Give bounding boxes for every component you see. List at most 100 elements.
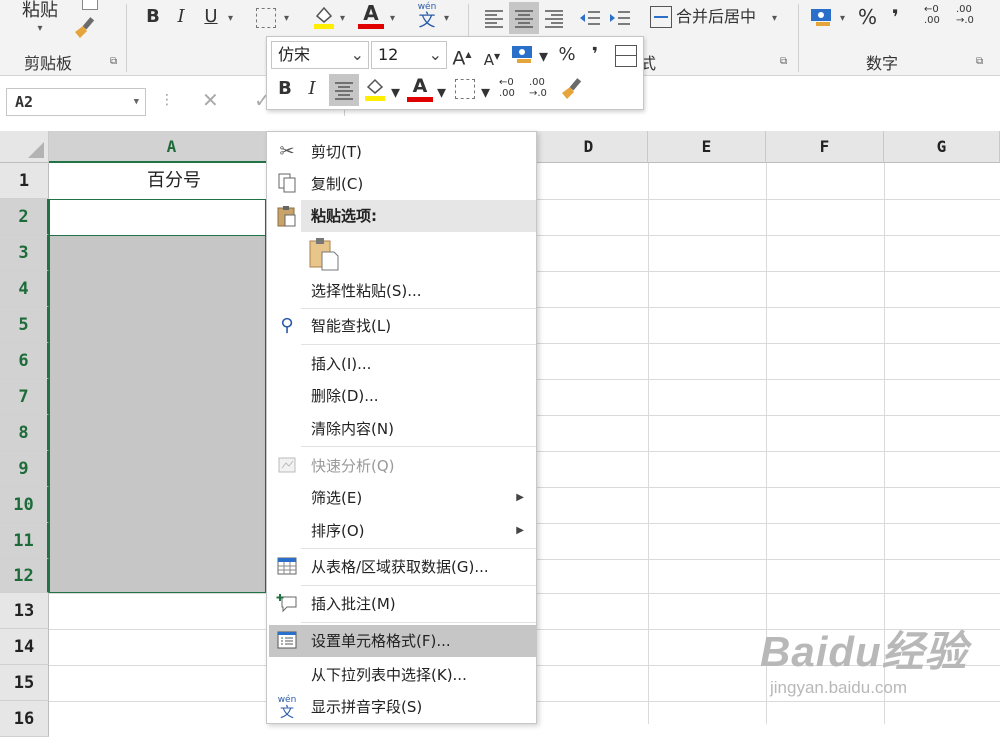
menu-item-insert[interactable]: 插入(I)...: [267, 348, 536, 380]
bold-button[interactable]: B: [142, 6, 164, 28]
fill-color-icon[interactable]: [363, 77, 387, 103]
format-painter-icon[interactable]: [72, 14, 98, 40]
accounting-dropdown-icon[interactable]: ▾: [539, 45, 548, 69]
row-header-2[interactable]: 2: [0, 199, 49, 235]
font-name-combo[interactable]: 仿宋 ⌄: [271, 41, 369, 69]
row-header-10[interactable]: 10: [0, 487, 49, 523]
row-header-9[interactable]: 9: [0, 451, 49, 487]
phonetic-icon[interactable]: wén 文: [414, 2, 440, 30]
fill-color-icon[interactable]: [312, 4, 336, 30]
selected-range[interactable]: [49, 235, 266, 593]
fill-color-dropdown-icon[interactable]: ▾: [391, 81, 400, 105]
cancel-entry-icon[interactable]: ✕: [202, 88, 219, 112]
decrease-indent-icon[interactable]: [576, 4, 604, 32]
center-align-icon[interactable]: [329, 74, 359, 106]
increase-decimal-button[interactable]: ←0 .00: [924, 4, 952, 26]
row-header-15[interactable]: 15: [0, 665, 49, 701]
paste-dropdown-icon[interactable]: ▾: [20, 22, 60, 36]
border-icon[interactable]: [256, 8, 276, 28]
cell-a1[interactable]: 百分号: [49, 163, 299, 199]
menu-item-delete[interactable]: 删除(D)...: [267, 380, 536, 412]
percent-button[interactable]: %: [555, 43, 579, 67]
menu-item-quick-analysis[interactable]: 快速分析(Q): [267, 450, 536, 482]
underline-button[interactable]: U: [198, 6, 224, 28]
menu-item-sort[interactable]: 排序(O) ▶: [267, 515, 536, 547]
menu-item-paste-special[interactable]: 选择性粘贴(S)...: [267, 275, 536, 307]
menu-item-pick-from-list[interactable]: 从下拉列表中选择(K)...: [267, 659, 536, 691]
phonetic-dropdown-icon[interactable]: ▾: [444, 8, 449, 30]
italic-button[interactable]: I: [170, 6, 192, 28]
merge-center-icon[interactable]: [650, 6, 672, 28]
paste-button[interactable]: 粘贴 ▾: [20, 0, 60, 36]
font-color-icon[interactable]: A: [407, 75, 433, 103]
column-header-e[interactable]: E: [648, 131, 766, 163]
name-box[interactable]: A2 ▼: [6, 88, 146, 116]
menu-item-insert-comment[interactable]: 插入批注(M): [267, 588, 536, 620]
menu-item-format-cells[interactable]: 设置单元格格式(F)...: [269, 625, 536, 657]
column-header-f[interactable]: F: [766, 131, 884, 163]
bold-button[interactable]: B: [273, 77, 297, 101]
align-left-icon[interactable]: [480, 4, 508, 32]
merge-center-dropdown-icon[interactable]: ▾: [772, 8, 777, 30]
menu-item-get-data[interactable]: 从表格/区域获取数据(G)...: [267, 551, 536, 583]
formula-bar-grip-icon[interactable]: ⋮: [160, 92, 174, 108]
border-dropdown-icon[interactable]: ▾: [284, 8, 289, 30]
font-color-dropdown-icon[interactable]: ▾: [437, 81, 446, 105]
merge-cells-icon[interactable]: [615, 45, 637, 67]
format-painter-icon[interactable]: [559, 75, 585, 101]
row-header-16[interactable]: 16: [0, 701, 49, 737]
increase-decimal-button[interactable]: ←0 .00: [499, 77, 525, 99]
paste-option-keep-source-icon[interactable]: [307, 236, 341, 272]
row-header-3[interactable]: 3: [0, 235, 49, 271]
select-all-corner[interactable]: [0, 131, 49, 163]
row-header-4[interactable]: 4: [0, 271, 49, 307]
column-header-g[interactable]: G: [884, 131, 1000, 163]
font-color-dropdown-icon[interactable]: ▾: [390, 8, 395, 30]
row-header-11[interactable]: 11: [0, 523, 49, 559]
shrink-font-button[interactable]: A▼: [481, 45, 503, 72]
align-right-icon[interactable]: [540, 4, 568, 32]
menu-item-clear-contents[interactable]: 清除内容(N): [267, 413, 536, 445]
fill-color-dropdown-icon[interactable]: ▾: [340, 8, 345, 30]
merge-center-button[interactable]: 合并后居中: [676, 6, 756, 28]
row-header-14[interactable]: 14: [0, 629, 49, 665]
chevron-down-icon[interactable]: ⌄: [429, 42, 442, 68]
decrease-decimal-button[interactable]: .00 →.0: [956, 4, 984, 26]
name-box-dropdown-icon[interactable]: ▼: [134, 97, 139, 107]
column-header-d[interactable]: D: [530, 131, 648, 163]
menu-item-copy[interactable]: 复制(C): [267, 168, 536, 200]
row-header-6[interactable]: 6: [0, 343, 49, 379]
copy-icon[interactable]: [82, 0, 98, 10]
active-cell-a2[interactable]: [49, 199, 266, 235]
menu-item-cut[interactable]: ✂ 剪切(T): [267, 136, 536, 168]
row-header-5[interactable]: 5: [0, 307, 49, 343]
grow-font-button[interactable]: A▲: [451, 43, 473, 70]
row-header-8[interactable]: 8: [0, 415, 49, 451]
accounting-format-icon[interactable]: [810, 6, 834, 28]
row-header-7[interactable]: 7: [0, 379, 49, 415]
font-size-combo[interactable]: 12 ⌄: [371, 41, 447, 69]
accounting-dropdown-icon[interactable]: ▾: [840, 8, 845, 30]
menu-item-filter[interactable]: 筛选(E) ▶: [267, 482, 536, 514]
alignment-launcher-icon[interactable]: ⧉: [780, 56, 787, 67]
comma-button[interactable]: ❜: [892, 6, 899, 28]
number-launcher-icon[interactable]: ⧉: [976, 56, 983, 67]
percent-button[interactable]: %: [858, 6, 877, 28]
decrease-decimal-button[interactable]: .00 →.0: [529, 77, 555, 99]
border-icon[interactable]: [455, 79, 475, 99]
comma-button[interactable]: ❜: [585, 43, 605, 67]
font-color-icon[interactable]: A: [358, 2, 384, 30]
clipboard-launcher-icon[interactable]: ⧉: [110, 56, 117, 67]
align-center-icon[interactable]: [509, 2, 539, 34]
menu-item-smart-lookup[interactable]: ⚲ 智能查找(L): [267, 310, 536, 342]
chevron-down-icon[interactable]: ⌄: [351, 42, 364, 68]
border-dropdown-icon[interactable]: ▾: [481, 81, 490, 105]
accounting-format-icon[interactable]: [511, 43, 535, 65]
underline-dropdown-icon[interactable]: ▾: [228, 8, 233, 30]
row-header-12[interactable]: 12: [0, 559, 49, 593]
column-header-a[interactable]: A: [49, 131, 295, 163]
row-header-13[interactable]: 13: [0, 593, 49, 629]
row-header-1[interactable]: 1: [0, 163, 49, 199]
increase-indent-icon[interactable]: [606, 4, 634, 32]
menu-item-phonetic-field[interactable]: wén 文 显示拼音字段(S): [267, 691, 536, 723]
